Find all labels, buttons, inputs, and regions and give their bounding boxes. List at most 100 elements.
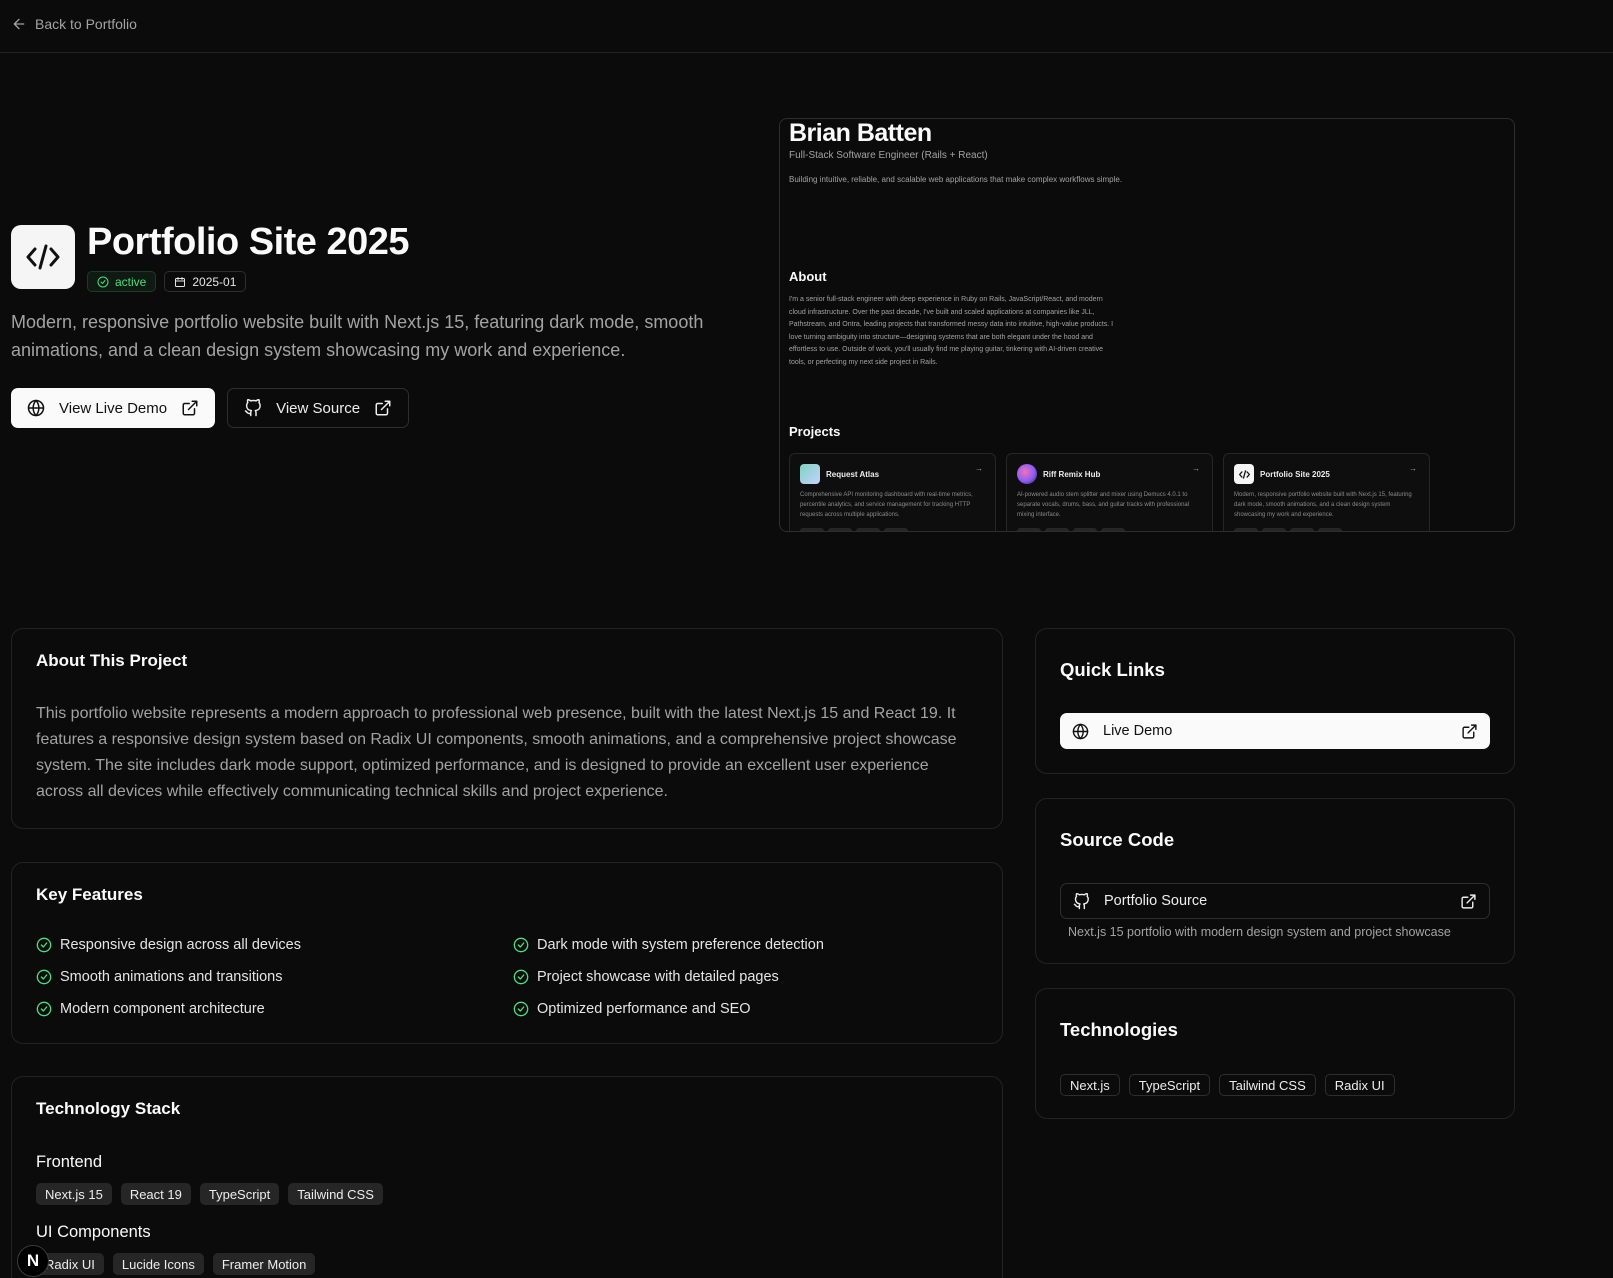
quick-links-card: Quick Links Live Demo <box>1035 628 1515 774</box>
stack-heading: Technology Stack <box>36 1099 181 1118</box>
check-circle-icon <box>36 937 52 953</box>
source-code-heading: Source Code <box>1060 829 1175 850</box>
check-circle-icon <box>513 1001 529 1017</box>
project-title: Portfolio Site 2025 <box>87 221 410 263</box>
preview-project-title: Riff Remix Hub <box>1043 469 1101 479</box>
feature-label: Responsive design across all devices <box>60 937 301 953</box>
status-label: active <box>115 274 147 289</box>
project-code-icon <box>11 225 75 289</box>
code-icon <box>1234 464 1254 484</box>
frontend-chips: Next.js 15 React 19 TypeScript Tailwind … <box>36 1183 383 1205</box>
feature-item: Responsive design across all devices <box>36 935 513 955</box>
hero-badges: active 2025-01 <box>87 271 247 292</box>
portfolio-source-link[interactable]: Portfolio Source <box>1060 883 1490 919</box>
preview-name: Brian Batten <box>789 119 932 147</box>
feature-label: Project showcase with detailed pages <box>537 969 779 985</box>
globe-icon <box>1072 723 1089 739</box>
feature-item: Dark mode with system preference detecti… <box>513 935 976 955</box>
check-circle-icon <box>513 969 529 985</box>
technology-stack-card: Technology Stack Frontend Next.js 15 Rea… <box>11 1076 1003 1278</box>
arrow-left-icon <box>13 18 25 30</box>
check-circle-icon <box>36 969 52 985</box>
tech-chip: Lucide Icons <box>112 1253 204 1275</box>
back-to-portfolio-link[interactable]: Back to Portfolio <box>11 14 137 34</box>
stack-group-title: Frontend <box>36 1153 103 1171</box>
technologies-chips: Next.js TypeScript Tailwind CSS Radix UI <box>1060 1074 1395 1096</box>
feature-label: Dark mode with system preference detecti… <box>537 937 824 953</box>
preview-project-title: Portfolio Site 2025 <box>1260 469 1330 479</box>
status-badge: active <box>87 271 157 292</box>
view-source-button[interactable]: View Source <box>227 388 410 428</box>
live-demo-link[interactable]: Live Demo <box>1060 713 1490 749</box>
tech-chip: Next.js 15 <box>36 1183 112 1205</box>
tech-chip: React 19 <box>120 1183 191 1205</box>
top-bar: Back to Portfolio <box>0 0 1613 53</box>
technologies-heading: Technologies <box>1060 1019 1178 1040</box>
about-project-card: About This Project This portfolio websit… <box>11 628 1003 829</box>
tech-chip: Tailwind CSS <box>1219 1074 1316 1096</box>
preview-project-desc: Modern, responsive portfolio website bui… <box>1234 492 1412 518</box>
globe-icon <box>27 399 45 417</box>
about-body: This portfolio website represents a mode… <box>36 705 957 800</box>
preview-project-title: Request Atlas <box>826 469 880 479</box>
preview-tagline: Building intuitive, reliable, and scalab… <box>789 175 1123 184</box>
tech-chip: Framer Motion <box>212 1253 316 1275</box>
about-heading: About This Project <box>36 651 188 670</box>
arrow-right-icon: → <box>1409 464 1417 473</box>
calendar-icon <box>175 276 186 287</box>
preview-project-cards: Request Atlas → Comprehensive API monito… <box>789 453 1430 531</box>
view-live-demo-button[interactable]: View Live Demo <box>11 388 216 428</box>
key-features-card: Key Features Responsive design across al… <box>11 862 1003 1044</box>
feature-item: Optimized performance and SEO <box>513 999 976 1019</box>
preview-role: Full-Stack Software Engineer (Rails + Re… <box>789 150 988 161</box>
portfolio-source-label: Portfolio Source <box>1104 893 1208 909</box>
arrow-right-icon: → <box>1192 464 1200 473</box>
feature-label: Smooth animations and transitions <box>60 969 283 985</box>
riff-remix-logo-icon <box>1017 464 1037 484</box>
project-description: Modern, responsive portfolio website bui… <box>11 312 704 360</box>
external-link-icon <box>182 400 198 416</box>
check-circle-icon <box>36 1001 52 1017</box>
tech-chip: Next.js <box>1060 1074 1120 1096</box>
date-label: 2025-01 <box>192 274 237 289</box>
features-heading: Key Features <box>36 885 143 904</box>
quick-links-heading: Quick Links <box>1060 659 1165 680</box>
feature-label: Optimized performance and SEO <box>537 1001 751 1017</box>
arrow-right-icon: → <box>975 464 983 473</box>
tech-chip: Radix UI <box>1324 1074 1395 1096</box>
source-description: Next.js 15 portfolio with modern design … <box>1068 925 1451 939</box>
preview-about-heading: About <box>789 269 827 284</box>
preview-project-card: Riff Remix Hub → AI-powered audio stem s… <box>1006 453 1213 531</box>
preview-project-card: Portfolio Site 2025 → Modern, responsive… <box>1223 453 1430 531</box>
request-atlas-logo-icon <box>800 464 820 484</box>
feature-item: Modern component architecture <box>36 999 513 1019</box>
feature-label: Modern component architecture <box>60 1001 265 1017</box>
preview-project-card: Request Atlas → Comprehensive API monito… <box>789 453 996 531</box>
github-icon <box>244 399 261 417</box>
hero-actions: View Live Demo View Source <box>11 388 410 428</box>
tech-chip: TypeScript <box>199 1183 280 1205</box>
github-icon <box>1073 892 1089 909</box>
preview-project-desc: Comprehensive API monitoring dashboard w… <box>800 492 973 518</box>
live-demo-label: Live Demo <box>1103 723 1173 739</box>
feature-item: Smooth animations and transitions <box>36 967 513 987</box>
project-preview-image: Brian Batten Full-Stack Software Enginee… <box>779 118 1515 532</box>
preview-projects-heading: Projects <box>789 424 841 439</box>
check-circle-icon <box>513 937 529 953</box>
nextjs-dev-tools-button[interactable]: N <box>17 1245 49 1277</box>
features-list: Responsive design across all devices Dar… <box>36 935 976 1019</box>
feature-item: Project showcase with detailed pages <box>513 967 976 987</box>
back-link-label: Back to Portfolio <box>35 16 137 32</box>
view-source-label: View Source <box>276 399 361 417</box>
source-code-card: Source Code Portfolio Source Next.js 15 … <box>1035 798 1515 964</box>
tech-chip: Tailwind CSS <box>288 1183 383 1205</box>
ui-components-chips: Radix UI Lucide Icons Framer Motion <box>36 1253 316 1275</box>
view-live-demo-label: View Live Demo <box>59 399 168 417</box>
tech-chip: TypeScript <box>1128 1074 1211 1096</box>
external-link-icon <box>1462 723 1477 739</box>
technologies-card: Technologies Next.js TypeScript Tailwind… <box>1035 988 1515 1119</box>
external-link-icon <box>1461 893 1476 909</box>
nextjs-logo-icon: N <box>26 1251 40 1270</box>
preview-project-desc: AI-powered audio stem splitter and mixer… <box>1017 492 1190 518</box>
check-circle-icon <box>97 276 109 287</box>
